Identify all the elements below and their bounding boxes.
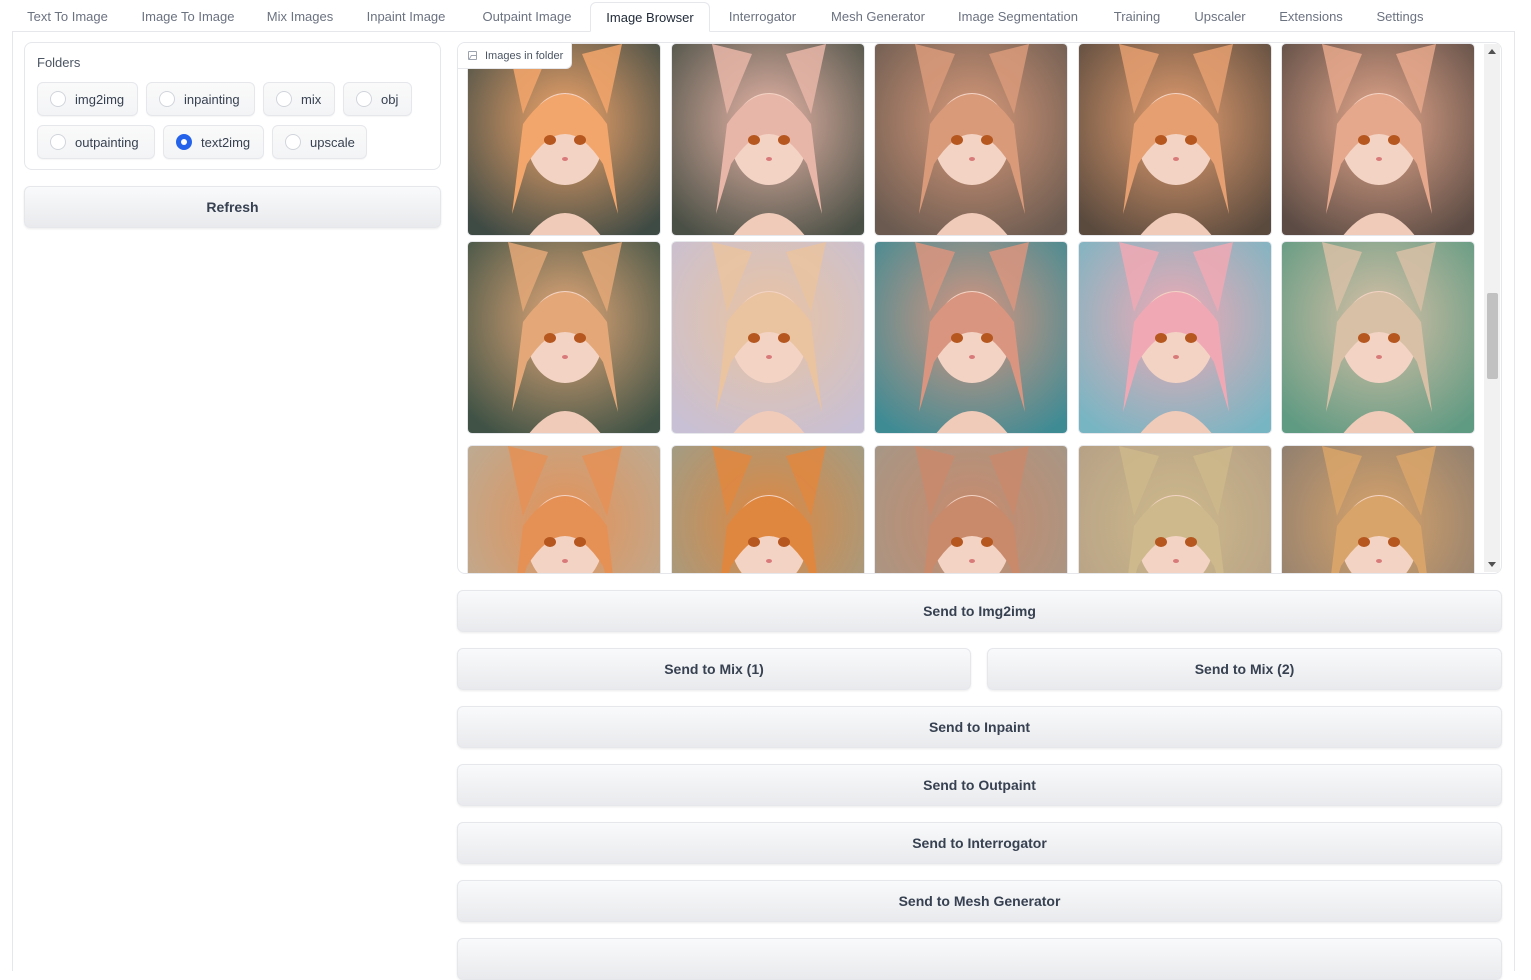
send-to-interrogator-button[interactable]: Send to Interrogator xyxy=(457,822,1502,864)
scrollbar-thumb[interactable] xyxy=(1487,293,1498,379)
gallery-thumbnail[interactable] xyxy=(1281,445,1475,573)
send-to-mix-2-button[interactable]: Send to Mix (2) xyxy=(987,648,1502,690)
radio-circle-icon xyxy=(50,134,66,150)
tab-mix-images[interactable]: Mix Images xyxy=(254,2,346,32)
folder-label: upscale xyxy=(310,134,355,150)
refresh-button[interactable]: Refresh xyxy=(24,186,441,228)
gallery-thumbnail[interactable] xyxy=(1281,241,1475,434)
folder-label: text2img xyxy=(201,134,251,150)
gallery-label: Images in folder xyxy=(458,43,573,69)
send-to-more-button[interactable] xyxy=(457,938,1502,980)
folder-radio-text2img[interactable]: text2img xyxy=(163,125,264,159)
folder-radio-outpainting[interactable]: outpainting xyxy=(37,125,155,159)
radio-circle-icon xyxy=(356,91,372,107)
gallery-thumbnail[interactable] xyxy=(1078,445,1272,573)
radio-circle-icon xyxy=(159,91,175,107)
tab-text-to-image[interactable]: Text To Image xyxy=(14,2,121,32)
tab-outpaint-image[interactable]: Outpaint Image xyxy=(467,2,587,32)
folder-label: img2img xyxy=(75,91,125,107)
tab-image-segmentation[interactable]: Image Segmentation xyxy=(945,2,1091,32)
gallery-thumbnail[interactable] xyxy=(671,445,865,573)
folder-label: inpainting xyxy=(184,91,240,107)
folder-radio-mix[interactable]: mix xyxy=(263,82,335,116)
send-to-inpaint-button[interactable]: Send to Inpaint xyxy=(457,706,1502,748)
radio-selected-icon xyxy=(176,134,192,150)
folder-label: obj xyxy=(381,91,399,107)
tab-extensions[interactable]: Extensions xyxy=(1267,2,1355,32)
gallery-thumbnail[interactable] xyxy=(874,43,1068,236)
gallery-thumbnail[interactable] xyxy=(1078,43,1272,236)
radio-circle-icon xyxy=(285,134,301,150)
gallery-scrollbar[interactable] xyxy=(1484,44,1500,572)
gallery-thumbnail[interactable] xyxy=(671,43,865,236)
gallery-thumbnail[interactable] xyxy=(467,241,661,434)
gallery-thumbnail[interactable] xyxy=(467,43,661,236)
gallery-thumbnail[interactable] xyxy=(874,445,1068,573)
send-to-mix-1-button[interactable]: Send to Mix (1) xyxy=(457,648,971,690)
tab-image-to-image[interactable]: Image To Image xyxy=(128,2,248,32)
gallery-thumbnail[interactable] xyxy=(1281,43,1475,236)
folder-radio-img2img[interactable]: img2img xyxy=(37,82,138,116)
tab-mesh-generator[interactable]: Mesh Generator xyxy=(818,2,938,32)
tab-inpaint-image[interactable]: Inpaint Image xyxy=(352,2,460,32)
gallery-thumbnail[interactable] xyxy=(874,241,1068,434)
folders-title: Folders xyxy=(37,55,81,70)
folder-radio-obj[interactable]: obj xyxy=(343,82,412,116)
gallery-thumbnail[interactable] xyxy=(671,241,865,434)
folder-radio-upscale[interactable]: upscale xyxy=(272,125,367,159)
radio-circle-icon xyxy=(50,91,66,107)
send-to-mesh-generator-button[interactable]: Send to Mesh Generator xyxy=(457,880,1502,922)
tab-bar: Text To Image Image To Image Mix Images … xyxy=(0,0,1531,32)
folder-radio-inpainting[interactable]: inpainting xyxy=(146,82,255,116)
tab-interrogator[interactable]: Interrogator xyxy=(715,2,810,32)
radio-circle-icon xyxy=(276,91,292,107)
gallery-label-text: Images in folder xyxy=(485,49,564,62)
tab-training[interactable]: Training xyxy=(1100,2,1174,32)
image-icon xyxy=(468,51,477,60)
tab-settings[interactable]: Settings xyxy=(1363,2,1437,32)
folder-label: mix xyxy=(301,91,322,107)
image-gallery: Images in folder xyxy=(457,42,1502,574)
send-to-outpaint-button[interactable]: Send to Outpaint xyxy=(457,764,1502,806)
gallery-thumbnail[interactable] xyxy=(467,445,661,573)
tab-image-browser[interactable]: Image Browser xyxy=(590,2,710,32)
scroll-up-arrow-icon[interactable] xyxy=(1488,49,1496,54)
tab-upscaler[interactable]: Upscaler xyxy=(1182,2,1258,32)
folders-group: Folders img2img inpainting mix obj outpa… xyxy=(24,42,441,170)
gallery-thumbnail[interactable] xyxy=(1078,241,1272,434)
scroll-down-arrow-icon[interactable] xyxy=(1488,562,1496,567)
send-to-img2img-button[interactable]: Send to Img2img xyxy=(457,590,1502,632)
folder-label: outpainting xyxy=(75,134,139,150)
